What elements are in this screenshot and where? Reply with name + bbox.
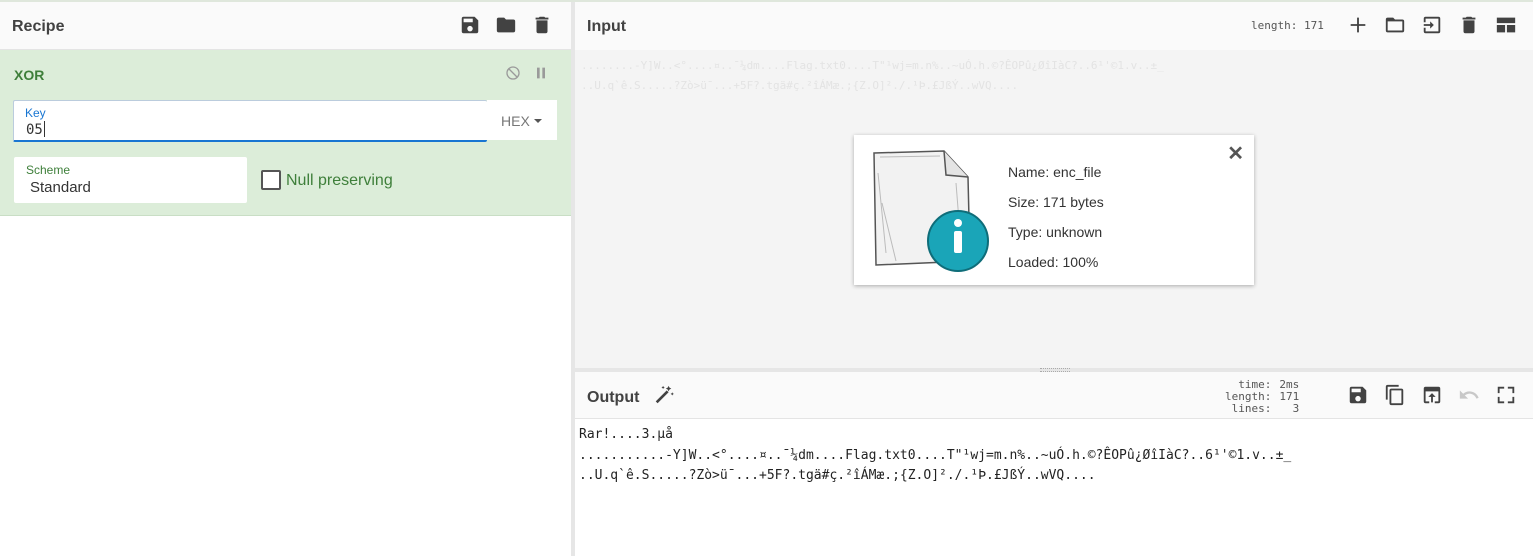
scheme-value: Standard	[30, 179, 91, 196]
file-name: Name: enc_file	[1008, 164, 1102, 180]
import-icon[interactable]	[1421, 14, 1443, 36]
recipe-pane: Recipe XOR Key 05 HEX Scheme Standard Nu…	[0, 2, 571, 556]
input-length: length: 171	[1251, 19, 1324, 32]
null-preserving-label[interactable]: Null preserving	[286, 172, 393, 190]
null-preserving-checkbox[interactable]	[261, 170, 281, 190]
file-info-card: Name: enc_file Size: 171 bytes Type: unk…	[854, 135, 1254, 285]
output-pane[interactable]: Output time: 2ms length: 171 lines: 3 Ra…	[575, 372, 1533, 556]
scheme-field[interactable]: Scheme Standard	[14, 157, 247, 203]
output-line: ...........-Y]W..<°....¤..¯¼dm....Flag.t…	[579, 447, 1292, 463]
key-value: 05	[26, 122, 43, 138]
lines-label: lines:	[1231, 402, 1272, 415]
trash-icon[interactable]	[1458, 14, 1480, 36]
lines-value: 3	[1292, 402, 1300, 415]
input-toolbar	[1347, 14, 1517, 36]
magic-wand-icon[interactable]	[653, 384, 675, 406]
operation-controls	[505, 65, 549, 86]
open-folder-icon[interactable]	[1384, 14, 1406, 36]
text-caret	[43, 121, 45, 137]
close-icon[interactable]: ✕	[1227, 141, 1244, 166]
output-stats: time: 2ms length: 171 lines: 3	[1225, 379, 1299, 415]
input-title: Input	[587, 18, 627, 35]
chevron-down-icon	[533, 119, 542, 123]
copy-icon[interactable]	[1384, 384, 1406, 406]
input-line: ........-Y]W..<°....¤..¯¼dm....Flag.txt0…	[581, 59, 1164, 72]
input-line: ..U.q`ê.S.....?Zò>ü¯...+5F?.tgä#ç.²îÁMæ.…	[581, 79, 1019, 92]
input-header: Input length: 171	[575, 2, 1533, 50]
trash-icon[interactable]	[531, 14, 553, 36]
input-pane[interactable]: Input length: 171 ........-Y]W..<°....¤.…	[575, 2, 1533, 368]
folder-icon[interactable]	[495, 14, 517, 36]
cyberchef-window: Recipe XOR Key 05 HEX Scheme Standard Nu…	[0, 0, 1533, 556]
disable-icon[interactable]	[505, 65, 521, 86]
operation-name: XOR	[14, 67, 45, 83]
recipe-title: Recipe	[12, 18, 65, 35]
key-input[interactable]: 05	[26, 121, 45, 138]
output-line: Rar!....3.µå	[579, 427, 673, 442]
pause-icon[interactable]	[533, 65, 549, 86]
key-field[interactable]: Key 05	[13, 100, 487, 142]
output-header: Output time: 2ms length: 171 lines: 3	[575, 372, 1533, 419]
key-format-dropdown[interactable]: HEX	[487, 100, 557, 140]
undo-icon[interactable]	[1458, 384, 1480, 406]
output-text[interactable]: Rar!....3.µå ...........-Y]W..<°....¤..¯¼…	[579, 425, 1291, 487]
maximize-icon[interactable]	[1495, 384, 1517, 406]
file-info-text: Name: enc_file Size: 171 bytes Type: unk…	[1008, 157, 1104, 277]
replace-input-icon[interactable]	[1421, 384, 1443, 406]
output-toolbar	[1347, 384, 1517, 406]
file-type: Type: unknown	[1008, 224, 1103, 240]
scheme-label: Scheme	[26, 163, 71, 177]
output-line: ..U.q`ê.S.....?Zò>ü¯...+5F?.tgä#ç.²îÁMæ.…	[579, 468, 1096, 483]
file-loaded: Loaded: 100%	[1008, 254, 1099, 270]
recipe-toolbar	[459, 14, 553, 36]
file-size: Size: 171 bytes	[1008, 194, 1104, 210]
layout-icon[interactable]	[1495, 14, 1517, 36]
key-label: Key	[25, 106, 46, 120]
recipe-header: Recipe	[0, 2, 571, 50]
save-icon[interactable]	[459, 14, 481, 36]
save-icon[interactable]	[1347, 384, 1369, 406]
output-title: Output	[587, 389, 640, 406]
xor-operation[interactable]: XOR Key 05 HEX Scheme Standard Null pres…	[0, 50, 571, 216]
plus-icon[interactable]	[1347, 14, 1369, 36]
file-info-icon	[873, 150, 989, 272]
key-format-value: HEX	[501, 113, 530, 129]
input-text-faded[interactable]: ........-Y]W..<°....¤..¯¼dm....Flag.txt0…	[581, 56, 1164, 96]
